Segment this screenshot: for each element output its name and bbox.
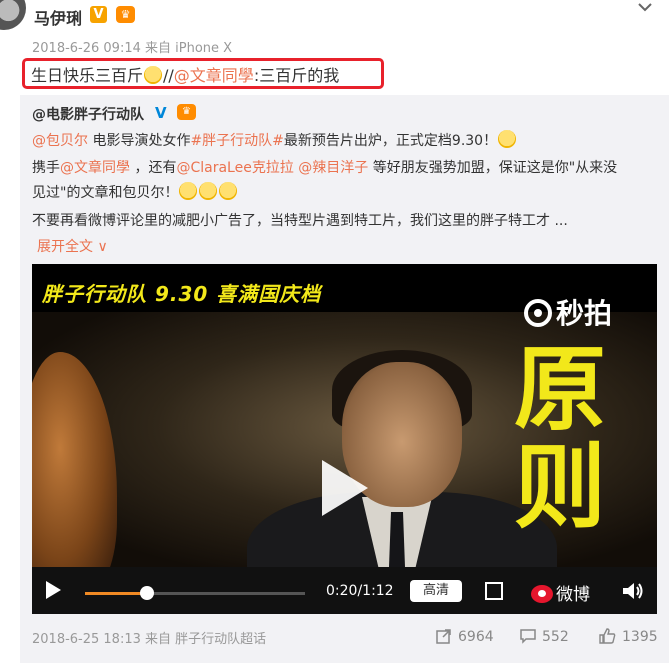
miaopai-brand-text: 秒拍 [556, 297, 613, 330]
expand-full-text-link[interactable]: 展开全文 ∨ [37, 236, 108, 256]
comment-count: 552 [542, 629, 569, 645]
progress-handle[interactable] [139, 586, 154, 600]
repost-text: 见过"的文章和包贝尔！ [32, 185, 179, 201]
share-icon [436, 629, 451, 644]
miaopai-watermark: 秒拍 [524, 292, 612, 332]
comment-icon [520, 629, 536, 644]
overlay-char-1: 原 [514, 336, 607, 443]
repost-text: 等好朋友强势加盟，保证这是你"从来没 [368, 160, 618, 176]
repost-text: 电影导演处女作 [88, 133, 191, 149]
repost-count: 6964 [458, 629, 494, 645]
post-text-sep: // [163, 66, 174, 85]
thumbs-up-icon [599, 628, 616, 644]
grin-emoji-icon [219, 182, 238, 200]
mention-link[interactable]: @文章同學 [60, 160, 130, 176]
repost-text: 携手 [32, 160, 60, 176]
volume-icon[interactable] [622, 581, 644, 601]
repost-line-3: 见过"的文章和包贝尔！ [32, 182, 238, 202]
mention-link[interactable]: @文章同學 [174, 66, 254, 85]
video-title: 胖子行动队 9.30 喜满国庆档 [42, 282, 322, 306]
hd-quality-button[interactable]: 高清 [410, 580, 462, 602]
mention-link[interactable]: @ClaraLee克拉拉 [176, 160, 293, 176]
grin-emoji-icon [199, 182, 218, 200]
mention-link[interactable]: @辣目洋子 [298, 160, 368, 176]
post-meta: 2018-6-26 09:14 来自 iPhone X [32, 41, 233, 56]
member-crown-icon: ♛ [177, 104, 196, 120]
post-text-part1: 生日快乐三百斤 [31, 66, 144, 85]
progress-fill [85, 592, 147, 595]
repost-line-2: 携手@文章同學 ，还有@ClaraLee克拉拉 @辣目洋子 等好朋友强势加盟，保… [32, 157, 617, 177]
foreground-figure [32, 352, 117, 592]
chevron-down-icon[interactable] [638, 2, 652, 12]
grin-emoji-icon [144, 66, 163, 84]
miaopai-logo-icon [524, 299, 552, 327]
fit-screen-icon[interactable] [485, 582, 503, 600]
comment-count-button[interactable]: 552 [520, 628, 569, 645]
weibo-logo: 微博 [531, 580, 590, 605]
post-text: 生日快乐三百斤 //@文章同學:三百斤的我 [31, 62, 339, 86]
avatar[interactable] [0, 0, 26, 30]
video-controls: 0:20/1:12 高清 微博 [32, 567, 657, 614]
time-display: 0:20/1:12 [326, 583, 394, 599]
weibo-eye-icon [531, 585, 553, 603]
like-count: 1395 [622, 629, 658, 645]
emoji-icon [498, 130, 517, 148]
overlay-char-2: 则 [514, 434, 607, 541]
member-crown-icon: ♛ [116, 6, 135, 23]
verified-badge-icon: V [90, 6, 107, 23]
mention-link[interactable]: @包贝尔 [32, 133, 88, 149]
author-name[interactable]: 马伊琍 [34, 5, 82, 29]
blue-verified-icon: V [155, 104, 167, 122]
repost-line-4: 不要再看微博评论里的减肥小广告了，当特型片遇到特工片，我们这里的胖子特工才 ..… [32, 213, 568, 229]
repost-count-button[interactable]: 6964 [436, 628, 494, 645]
repost-line-1: @包贝尔 电影导演处女作#胖子行动队#最新预告片出炉，正式定档9.30！ [32, 130, 517, 150]
repost-author[interactable]: @电影胖子行动队 [32, 104, 144, 124]
post-text-part2: :三百斤的我 [253, 66, 340, 85]
weibo-logo-text: 微博 [556, 585, 590, 605]
repost-text: ，还有 [130, 160, 177, 176]
repost-text: 最新预告片出炉，正式定档9.30！ [283, 133, 498, 149]
video-player[interactable]: 胖子行动队 9.30 喜满国庆档 秒拍 原 则 0:20/1:12 高清 微博 [32, 264, 657, 614]
progress-bar[interactable] [85, 586, 305, 600]
play-icon[interactable] [46, 581, 61, 599]
hashtag-link[interactable]: #胖子行动队# [190, 133, 283, 149]
grin-emoji-icon [179, 182, 198, 200]
play-overlay-icon[interactable] [322, 460, 368, 516]
like-count-button[interactable]: 1395 [599, 628, 658, 645]
repost-meta: 2018-6-25 18:13 来自 胖子行动队超话 [32, 632, 267, 647]
